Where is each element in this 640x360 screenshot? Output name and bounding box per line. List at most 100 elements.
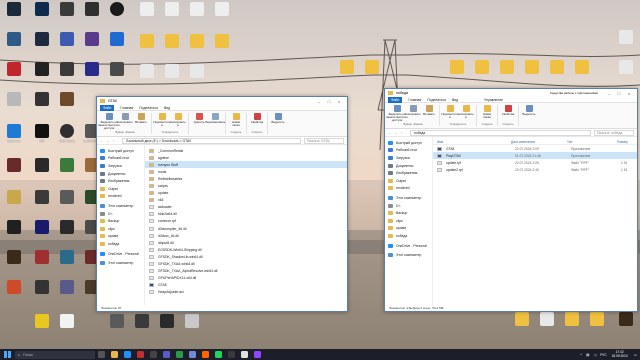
pin-button[interactable]: Закрепить на панели быстрого доступа [98, 113, 120, 130]
desktop-icon[interactable] [614, 30, 638, 60]
desktop-icon[interactable] [445, 60, 469, 90]
file-row[interactable]: HeapAdjuster.asi [145, 289, 347, 296]
tray-chevron-icon[interactable]: ^ [580, 353, 582, 357]
start-icon[interactable] [4, 351, 11, 358]
nav-item[interactable]: Изображения [385, 169, 432, 177]
nav-item[interactable]: Загрузки [97, 162, 144, 170]
tab-view[interactable]: Вид [452, 98, 458, 102]
desktop-icon[interactable] [585, 312, 609, 342]
desktop-icon[interactable] [545, 60, 569, 90]
file-row[interactable]: d3dcsx_46.dll [145, 232, 347, 239]
file-row[interactable]: update2.rpf 22.07.2024 2:40 Файл "RPF" 1 51 [433, 166, 637, 173]
column-name[interactable]: Имя [433, 140, 511, 144]
desktop-icon[interactable] [160, 2, 184, 32]
tab-home[interactable]: Главная [408, 98, 421, 102]
close-icon[interactable]: × [334, 99, 344, 104]
new-folder-button[interactable]: Новая папка [480, 105, 494, 119]
search-input[interactable]: Поиск в: GTAV [304, 137, 344, 144]
properties-button[interactable]: Свойства [501, 105, 515, 116]
file-row[interactable]: Redistributables [145, 175, 347, 182]
file-row[interactable]: mods [145, 168, 347, 175]
desktop-icon[interactable] [614, 60, 638, 90]
nav-item[interactable]: победа [385, 232, 432, 240]
desktop-icon[interactable] [80, 2, 104, 32]
nav-item[interactable]: Рабочий стол [385, 147, 432, 155]
language-indicator[interactable]: РУС [600, 353, 606, 357]
nav-item[interactable]: Этот компьютер [385, 251, 432, 259]
desktop-icon[interactable] [105, 32, 129, 62]
desktop-icon[interactable] [55, 92, 79, 122]
taskbar-app-icon[interactable] [189, 351, 196, 358]
minimize-icon[interactable]: – [314, 99, 324, 104]
desktop-icon[interactable] [30, 250, 54, 280]
file-row[interactable]: common.rpf [145, 218, 347, 225]
desktop-icon[interactable] [160, 64, 184, 94]
properties-button[interactable]: Свойства [250, 113, 264, 124]
tab-share[interactable]: Поделиться [139, 106, 158, 110]
taskbar-app-icon[interactable] [150, 351, 157, 358]
desktop-icon-msi[interactable]: MSI [30, 124, 54, 154]
desktop-icon[interactable] [55, 314, 79, 344]
taskbar-app-icon[interactable] [137, 351, 144, 358]
desktop-icon[interactable] [570, 60, 594, 90]
nav-item[interactable]: update [385, 225, 432, 233]
desktop-icon[interactable] [30, 92, 54, 122]
taskbar-app-icon[interactable] [254, 351, 261, 358]
file-row[interactable]: PlayGTAV 01.07.2024 21:48 Приложение [433, 152, 637, 159]
desktop-icon[interactable] [2, 32, 26, 62]
file-row[interactable]: GFSDK_TXAA_AlphaResolve.win64.dll [145, 268, 347, 275]
maximize-icon[interactable]: □ [324, 99, 334, 104]
desktop-icon[interactable] [55, 250, 79, 280]
taskview-icon[interactable] [98, 351, 105, 358]
desktop-icon[interactable] [30, 314, 54, 344]
nav-item[interactable]: Быстрый доступ [97, 147, 144, 155]
desktop-icon[interactable] [2, 62, 26, 92]
address-bar[interactable]: Локальный диск (E:) > Downloads > GTAV [122, 137, 301, 144]
nav-item[interactable]: Output [385, 177, 432, 185]
rename-button[interactable]: Переименовать [205, 113, 225, 124]
window-titlebar[interactable]: победа Средства работы с приложениями – … [385, 89, 637, 97]
file-row[interactable]: GPUPerfAPIDX11-x64.dll [145, 275, 347, 282]
desktop-icon[interactable] [335, 60, 359, 90]
nav-item[interactable]: Документы [385, 162, 432, 170]
desktop-icon[interactable] [180, 314, 204, 344]
desktop-icon-battlenet[interactable]: Battle.net [2, 124, 26, 154]
desktop-icon[interactable] [55, 62, 79, 92]
nav-item[interactable]: OneDrive - Personal [385, 242, 432, 250]
desktop-icon[interactable] [105, 314, 129, 344]
desktop-icon[interactable] [520, 60, 544, 90]
file-row[interactable]: scripts [145, 182, 347, 189]
copy-button[interactable]: Копировать [117, 113, 133, 124]
taskbar-app-icon[interactable] [215, 351, 222, 358]
desktop-icon[interactable] [30, 158, 54, 188]
desktop-icon[interactable] [105, 62, 129, 92]
maximize-icon[interactable]: □ [614, 91, 624, 96]
desktop-icon[interactable] [210, 2, 234, 32]
file-row[interactable]: x64 [145, 197, 347, 204]
file-row[interactable]: _CommonRedist [145, 147, 347, 154]
desktop-icon[interactable] [160, 34, 184, 64]
copy-to-button[interactable]: Копировать в [458, 105, 474, 119]
tab-manage[interactable]: Управление [484, 98, 503, 102]
tab-share[interactable]: Поделиться [427, 98, 446, 102]
nav-item[interactable]: победа [97, 240, 144, 248]
desktop-icon[interactable] [55, 158, 79, 188]
close-icon[interactable]: × [624, 91, 634, 96]
desktop-icon[interactable] [135, 2, 159, 32]
move-to-button[interactable]: Переместить в [441, 105, 459, 119]
desktop-icon[interactable] [30, 62, 54, 92]
file-row[interactable]: EOSSDK-Win64-Shipping.dll [145, 246, 347, 253]
desktop-icon[interactable] [210, 34, 234, 64]
pin-button[interactable]: Закрепить на панели быстрого доступа [386, 105, 408, 122]
desktop-icon-obs[interactable]: OBS Studio [55, 124, 79, 154]
file-row[interactable]: update.rpf 22.07.2024 2:09 Файл "RPF" 1 91 [433, 159, 637, 166]
column-date[interactable]: Дата изменения [511, 140, 567, 144]
desktop-icon[interactable] [135, 64, 159, 94]
nav-item[interactable]: Backup [97, 217, 144, 225]
desktop-icon[interactable] [105, 2, 129, 32]
desktop-icon[interactable] [55, 190, 79, 220]
network-icon[interactable]: ▤ [586, 353, 589, 357]
tab-home[interactable]: Главная [120, 106, 133, 110]
search-input[interactable]: Поиск в: победа [594, 129, 634, 136]
nav-item[interactable]: Output [97, 185, 144, 193]
